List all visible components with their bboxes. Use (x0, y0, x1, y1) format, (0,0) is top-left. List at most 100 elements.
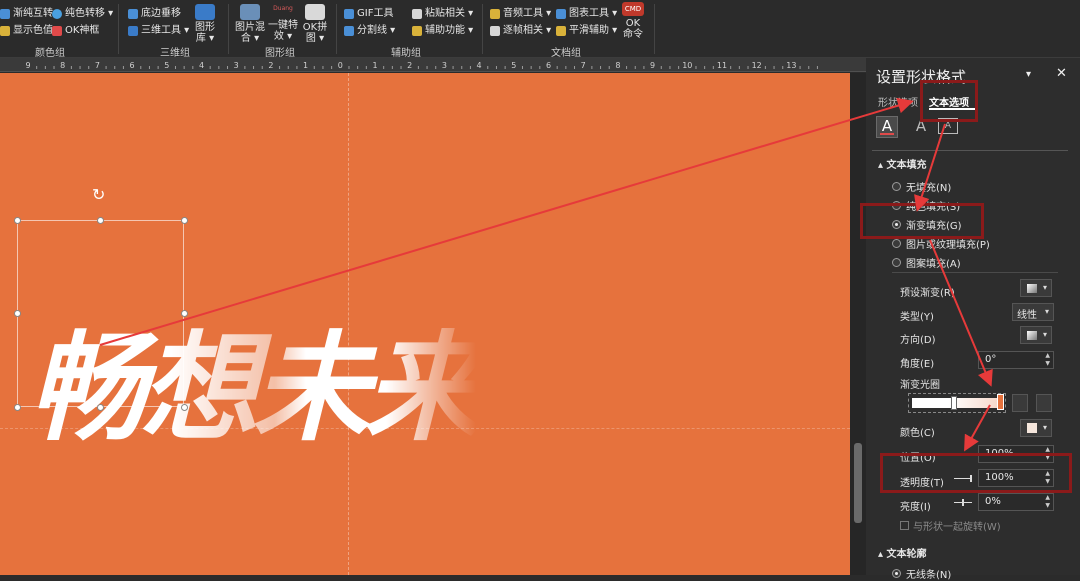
resize-handle[interactable] (181, 310, 188, 317)
heart-icon (52, 26, 62, 36)
bottom-align-button[interactable]: 底边垂移 (128, 8, 181, 20)
chevron-down-icon: ▾ (1042, 283, 1047, 292)
radio-no-fill[interactable]: 无填充(N) (892, 179, 951, 194)
radio-pattern-fill[interactable]: 图案填充(A) (892, 255, 961, 270)
clipboard-icon (412, 9, 422, 19)
one-click-effect-button[interactable]: Duang 一键特效 ▾ (266, 4, 300, 42)
resize-handle[interactable] (97, 404, 104, 411)
paint-bucket-icon (1027, 423, 1037, 433)
format-shape-panel: 设置形状格式 ▾ ✕ 形状选项 文本选项 A A A ▴ 文本填充 无填充(N)… (866, 58, 1080, 581)
annotation-box-gradient-fill (860, 203, 984, 239)
cmd-icon: CMD (622, 2, 644, 16)
cube-icon (128, 26, 138, 36)
selection-frame[interactable] (17, 220, 184, 407)
text-fill-outline-icon[interactable]: A (876, 116, 898, 138)
color-label: 颜色(C) (900, 428, 935, 439)
type-dropdown[interactable]: 线性 ▾ (1012, 303, 1054, 321)
group-separator (482, 4, 483, 54)
direction-dropdown[interactable]: ▾ (1020, 326, 1052, 344)
ruler-tick-label: 3 (234, 61, 239, 70)
resize-handle[interactable] (14, 404, 21, 411)
slider-thumb[interactable] (962, 499, 964, 506)
frame-by-frame-button[interactable]: 逐帧相关 ▾ (490, 25, 551, 37)
tab-shape-options[interactable]: 形状选项 (878, 94, 918, 109)
spin-arrows-icon: ▲ ▼ (1045, 494, 1050, 509)
ruler-tick-label: 1 (372, 61, 377, 70)
chart-tool-button[interactable]: 图表工具 ▾ (556, 8, 617, 20)
color-picker-dropdown[interactable]: ▾ (1020, 419, 1052, 437)
resize-handle[interactable] (181, 217, 188, 224)
group-label-assist: 辅助组 (391, 48, 421, 59)
panel-options-dropdown[interactable]: ▾ (1026, 69, 1031, 80)
add-stop-icon[interactable] (1012, 394, 1028, 412)
slide-canvas[interactable]: 畅想未来 ↻ (0, 73, 850, 575)
radio-dot-selected (892, 569, 901, 578)
paste-related-button[interactable]: 粘贴相关 ▾ (412, 8, 473, 20)
rotate-handle-icon[interactable]: ↻ (92, 185, 105, 204)
3d-tools-button[interactable]: 三维工具 ▾ (128, 25, 189, 37)
chart-icon (556, 9, 566, 19)
preset-gradient-label: 预设渐变(R) (900, 288, 955, 299)
gradient-stops-label: 渐变光圈 (900, 380, 940, 391)
section-text-fill[interactable]: ▴ 文本填充 (878, 156, 927, 171)
assist-function-button[interactable]: 辅助功能 ▾ (412, 25, 473, 37)
group-separator (336, 4, 337, 54)
image-stack-icon (240, 4, 260, 20)
direction-swatch-icon (1027, 331, 1037, 340)
ruler-tick-label: 0 (338, 61, 343, 70)
ruler-tick-label: 5 (164, 61, 169, 70)
gradient-stop-handle-selected[interactable] (997, 394, 1004, 410)
divider-line-button[interactable]: 分割线 ▾ (344, 25, 395, 37)
annotation-box-transparency (880, 453, 1072, 493)
close-icon[interactable]: ✕ (1056, 66, 1067, 81)
preset-gradient-dropdown[interactable]: ▾ (1020, 279, 1052, 297)
brightness-label: 亮度(I) (900, 502, 931, 513)
ruler-tick-label: 1 (303, 61, 308, 70)
horizontal-ruler: 9 8 7 6 5 4 3 2 1 0 1 2 3 4 5 6 7 8 9 10 11 12 13 (0, 58, 866, 72)
rotate-with-shape-checkbox[interactable]: 与形状一起旋转(W) (900, 518, 1001, 533)
panel-divider (872, 150, 1068, 151)
chevron-down-icon: ▾ (1042, 423, 1047, 432)
ok-command-button[interactable]: CMD OK 命令 (616, 2, 650, 40)
brightness-slider[interactable] (954, 499, 972, 506)
section-text-outline[interactable]: ▴ 文本轮廓 (878, 545, 927, 560)
gradient-stops-bar[interactable] (908, 393, 1006, 413)
angle-label: 角度(E) (900, 359, 935, 370)
vertical-scrollbar[interactable] (850, 73, 866, 575)
ruler-tick-label: 4 (477, 61, 482, 70)
grid-icon (344, 26, 354, 36)
resize-handle[interactable] (97, 217, 104, 224)
radio-dot (892, 239, 901, 248)
ok-collage-button[interactable]: OK拼图 ▾ (298, 4, 332, 44)
ok-frame-button[interactable]: OK神框 (52, 25, 99, 37)
ruler-tick-label: 12 (752, 61, 762, 70)
gradient-stop-handle[interactable] (951, 396, 957, 410)
smooth-assist-button[interactable]: 平滑辅助 ▾ (556, 25, 617, 37)
ruler-tick-label: 7 (581, 61, 586, 70)
group-label-3d: 三维组 (160, 48, 190, 59)
shape-library-button[interactable]: 图形库 ▾ (188, 4, 222, 44)
type-label: 类型(Y) (900, 312, 934, 323)
angle-spinner[interactable]: 0° ▲ ▼ (978, 351, 1054, 369)
ruler-tick-label: 5 (511, 61, 516, 70)
scrollbar-thumb[interactable] (854, 443, 862, 523)
ruler-tick-label: 8 (615, 61, 620, 70)
ruler-tick-label: 6 (546, 61, 551, 70)
resize-handle[interactable] (14, 217, 21, 224)
group-separator (228, 4, 229, 54)
remove-stop-icon[interactable] (1036, 394, 1052, 412)
resize-handle[interactable] (181, 404, 188, 411)
hexagon-icon (195, 4, 215, 20)
group-label-shape: 图形组 (265, 48, 295, 59)
gradient-swatch-icon (1027, 284, 1037, 293)
panel-divider (892, 272, 1058, 273)
brightness-spinner[interactable]: 0% ▲ ▼ (978, 493, 1054, 511)
image-blend-button[interactable]: 图片混合 ▾ (233, 4, 267, 44)
radio-no-line[interactable]: 无线条(N) (892, 566, 951, 581)
resize-handle[interactable] (14, 310, 21, 317)
gif-tool-button[interactable]: GIF工具 (344, 8, 393, 20)
radio-dot (892, 258, 901, 267)
ruler-tick-label: 9 (650, 61, 655, 70)
solid-color-transfer-button[interactable]: 纯色转移 ▾ (52, 8, 113, 20)
audio-tool-button[interactable]: 音频工具 ▾ (490, 8, 551, 20)
